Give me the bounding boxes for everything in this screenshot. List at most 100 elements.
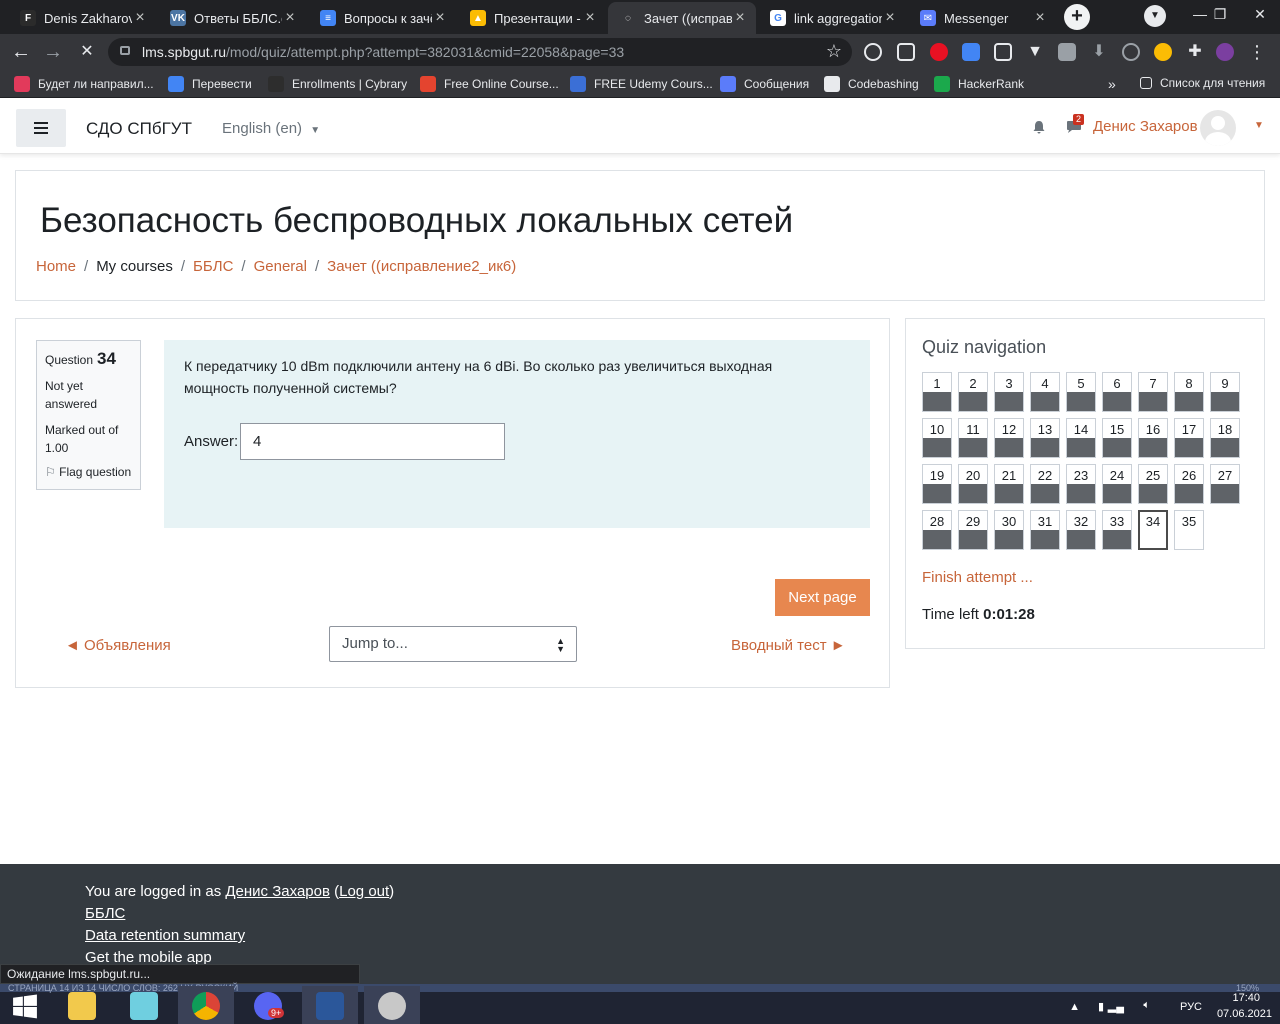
avatar[interactable] bbox=[1200, 110, 1236, 146]
taskbar-discord[interactable]: 9+ bbox=[240, 986, 296, 1024]
back-icon[interactable]: ← bbox=[8, 39, 34, 65]
next-page-button[interactable]: Next page bbox=[775, 579, 870, 616]
taskbar-chrome[interactable] bbox=[178, 986, 234, 1024]
quiz-nav-button-34[interactable]: 34 bbox=[1138, 510, 1168, 550]
hamburger-menu-button[interactable] bbox=[16, 109, 66, 147]
flag-question-button[interactable]: ⚐ Flag question bbox=[45, 465, 132, 479]
quiz-nav-button-35[interactable]: 35 bbox=[1174, 510, 1204, 550]
taskbar-file-explorer[interactable] bbox=[54, 986, 110, 1024]
start-button[interactable] bbox=[0, 986, 56, 1024]
restore-button[interactable]: ❐ bbox=[1200, 0, 1240, 30]
quiz-nav-button-14[interactable]: 14 bbox=[1066, 418, 1096, 458]
footer-user-link[interactable]: Денис Захаров bbox=[225, 883, 330, 900]
quiz-nav-button-20[interactable]: 20 bbox=[958, 464, 988, 504]
bookmark-star-icon[interactable]: ☆ bbox=[826, 41, 842, 62]
tab-close-icon[interactable]: × bbox=[282, 9, 298, 27]
breadcrumb-home[interactable]: Home bbox=[36, 258, 76, 275]
quiz-nav-button-17[interactable]: 17 bbox=[1174, 418, 1204, 458]
input-language[interactable]: РУС bbox=[1180, 1001, 1202, 1013]
quiz-nav-button-1[interactable]: 1 bbox=[922, 372, 952, 412]
lock-icon[interactable] bbox=[120, 46, 130, 55]
arrow-extension-icon[interactable]: ⬇ bbox=[1090, 43, 1108, 61]
network-icon[interactable]: ▮ bbox=[1098, 1000, 1104, 1013]
bookmark-item[interactable]: HackerRank bbox=[934, 76, 1024, 92]
breadcrumb-section[interactable]: General bbox=[254, 258, 307, 275]
globe-extension-icon[interactable] bbox=[864, 43, 882, 61]
forward-icon[interactable]: → bbox=[40, 39, 66, 65]
quiz-nav-button-15[interactable]: 15 bbox=[1102, 418, 1132, 458]
site-name[interactable]: СДО СПбГУТ bbox=[86, 119, 192, 139]
browser-tab[interactable]: ≡ Вопросы к зачё × bbox=[308, 2, 456, 34]
quiz-nav-button-30[interactable]: 30 bbox=[994, 510, 1024, 550]
data-retention-link[interactable]: Data retention summary bbox=[85, 927, 245, 944]
translate-extension-icon[interactable] bbox=[962, 43, 980, 61]
close-window-button[interactable]: ✕ bbox=[1240, 0, 1280, 30]
quiz-nav-button-10[interactable]: 10 bbox=[922, 418, 952, 458]
quiz-nav-button-4[interactable]: 4 bbox=[1030, 372, 1060, 412]
quiz-nav-button-6[interactable]: 6 bbox=[1102, 372, 1132, 412]
quiz-nav-button-9[interactable]: 9 bbox=[1210, 372, 1240, 412]
browser-tab[interactable]: ▲ Презентации - × bbox=[458, 2, 606, 34]
bookmark-item[interactable]: FREE Udemy Cours... bbox=[570, 76, 713, 92]
bookmark-item[interactable]: Codebashing bbox=[824, 76, 919, 92]
new-tab-button[interactable]: + bbox=[1064, 4, 1090, 30]
next-activity-link[interactable]: Вводный тест ► bbox=[731, 637, 846, 654]
wifi-icon[interactable]: ▂▄ bbox=[1108, 1000, 1124, 1013]
quiz-nav-button-25[interactable]: 25 bbox=[1138, 464, 1168, 504]
address-bar[interactable]: lms.spbgut.ru/mod/quiz/attempt.php?attem… bbox=[108, 38, 852, 66]
quiz-nav-button-26[interactable]: 26 bbox=[1174, 464, 1204, 504]
quiz-nav-button-8[interactable]: 8 bbox=[1174, 372, 1204, 412]
browser-tab[interactable]: F Denis Zakharov × bbox=[8, 2, 156, 34]
breadcrumb-my-courses[interactable]: My courses bbox=[96, 258, 173, 275]
tab-close-icon[interactable]: × bbox=[582, 9, 598, 27]
puzzle-extensions-icon[interactable]: ✚ bbox=[1186, 43, 1204, 61]
stop-loading-icon[interactable]: ✕ bbox=[74, 39, 100, 65]
breadcrumb-quiz[interactable]: Зачет ((исправление2_ик6) bbox=[327, 258, 516, 275]
bell-icon[interactable] bbox=[1032, 120, 1046, 134]
bookmark-item[interactable]: Сообщения bbox=[720, 76, 809, 92]
tab-close-icon[interactable]: × bbox=[1032, 9, 1048, 27]
quiz-nav-button-18[interactable]: 18 bbox=[1210, 418, 1240, 458]
browser-tab[interactable]: VK Ответы ББЛС.do× bbox=[158, 2, 306, 34]
language-menu[interactable]: English (en) ▼ bbox=[222, 120, 320, 137]
tab-close-icon[interactable]: × bbox=[732, 9, 748, 27]
quiz-nav-button-28[interactable]: 28 bbox=[922, 510, 952, 550]
tab-close-icon[interactable]: × bbox=[132, 9, 148, 27]
quiz-nav-button-16[interactable]: 16 bbox=[1138, 418, 1168, 458]
adblock-extension-icon[interactable] bbox=[930, 43, 948, 61]
finish-attempt-link[interactable]: Finish attempt ... bbox=[922, 569, 1033, 586]
profile-avatar-icon[interactable] bbox=[1216, 43, 1234, 61]
tab-close-icon[interactable]: × bbox=[882, 9, 898, 27]
previous-activity-link[interactable]: ◄ Объявления bbox=[65, 637, 171, 654]
footer-course-link[interactable]: ББЛС bbox=[85, 905, 125, 922]
browser-tab[interactable]: ✉ Messenger × bbox=[908, 2, 1056, 34]
bookmark-item[interactable]: Free Online Course... bbox=[420, 76, 559, 92]
reading-list-button[interactable]: Список для чтения bbox=[1140, 76, 1265, 90]
bookmark-item[interactable]: Будет ли направил... bbox=[14, 76, 154, 92]
quiz-nav-button-33[interactable]: 33 bbox=[1102, 510, 1132, 550]
quiz-nav-button-21[interactable]: 21 bbox=[994, 464, 1024, 504]
bookmark-item[interactable]: Enrollments | Cybrary bbox=[268, 76, 407, 92]
volume-icon[interactable]: 🔈︎ bbox=[1143, 999, 1150, 1012]
logout-link[interactable]: Log out bbox=[339, 883, 389, 900]
quiz-nav-button-5[interactable]: 5 bbox=[1066, 372, 1096, 412]
download-extension-icon[interactable] bbox=[1058, 43, 1076, 61]
quiz-nav-button-3[interactable]: 3 bbox=[994, 372, 1024, 412]
user-menu-chevron-icon[interactable]: ▼ bbox=[1254, 120, 1264, 131]
user-menu-name[interactable]: Денис Захаров bbox=[1093, 118, 1198, 135]
taskbar-word[interactable] bbox=[302, 986, 358, 1024]
quiz-nav-button-12[interactable]: 12 bbox=[994, 418, 1024, 458]
quiz-nav-button-7[interactable]: 7 bbox=[1138, 372, 1168, 412]
quiz-nav-button-29[interactable]: 29 bbox=[958, 510, 988, 550]
quiz-nav-button-19[interactable]: 19 bbox=[922, 464, 952, 504]
taskbar-app-crystal[interactable] bbox=[116, 986, 172, 1024]
browser-tab[interactable]: ◌ Зачет ((исправ × bbox=[608, 2, 756, 34]
taskbar-app-satellite[interactable] bbox=[364, 986, 420, 1024]
bookmark-item[interactable]: Перевести bbox=[168, 76, 252, 92]
vue-extension-icon[interactable]: ▼ bbox=[1026, 43, 1044, 61]
cookie-extension-icon[interactable] bbox=[1154, 43, 1172, 61]
quiz-nav-button-22[interactable]: 22 bbox=[1030, 464, 1060, 504]
clock-time[interactable]: 17:40 bbox=[1232, 992, 1260, 1004]
quiz-nav-button-32[interactable]: 32 bbox=[1066, 510, 1096, 550]
tab-close-icon[interactable]: × bbox=[432, 9, 448, 27]
